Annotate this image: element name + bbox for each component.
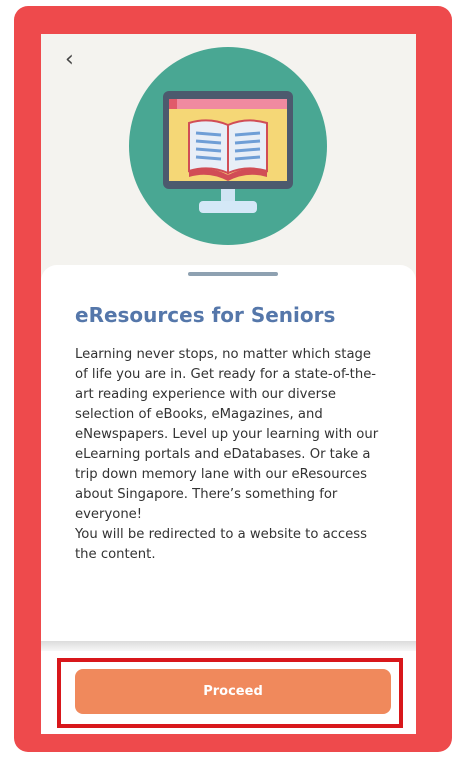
description-paragraph: Learning never stops, no matter which st… <box>75 347 379 522</box>
computer-monitor-open-book-icon <box>163 91 293 213</box>
content-sheet: eResources for Seniors Learning never st… <box>41 265 416 645</box>
app-screen: ‹ eResources for Seniors Learning never … <box>41 34 416 734</box>
description: Learning never stops, no matter which st… <box>75 345 387 565</box>
sheet-drag-handle[interactable] <box>188 272 278 276</box>
hero-illustration <box>129 47 327 245</box>
page-title: eResources for Seniors <box>75 303 336 327</box>
footer-divider <box>41 641 416 651</box>
proceed-button[interactable]: Proceed <box>75 669 391 714</box>
chevron-left-icon: ‹ <box>65 47 74 72</box>
redirect-note: You will be redirected to a website to a… <box>75 527 368 562</box>
back-button[interactable]: ‹ <box>65 46 93 74</box>
